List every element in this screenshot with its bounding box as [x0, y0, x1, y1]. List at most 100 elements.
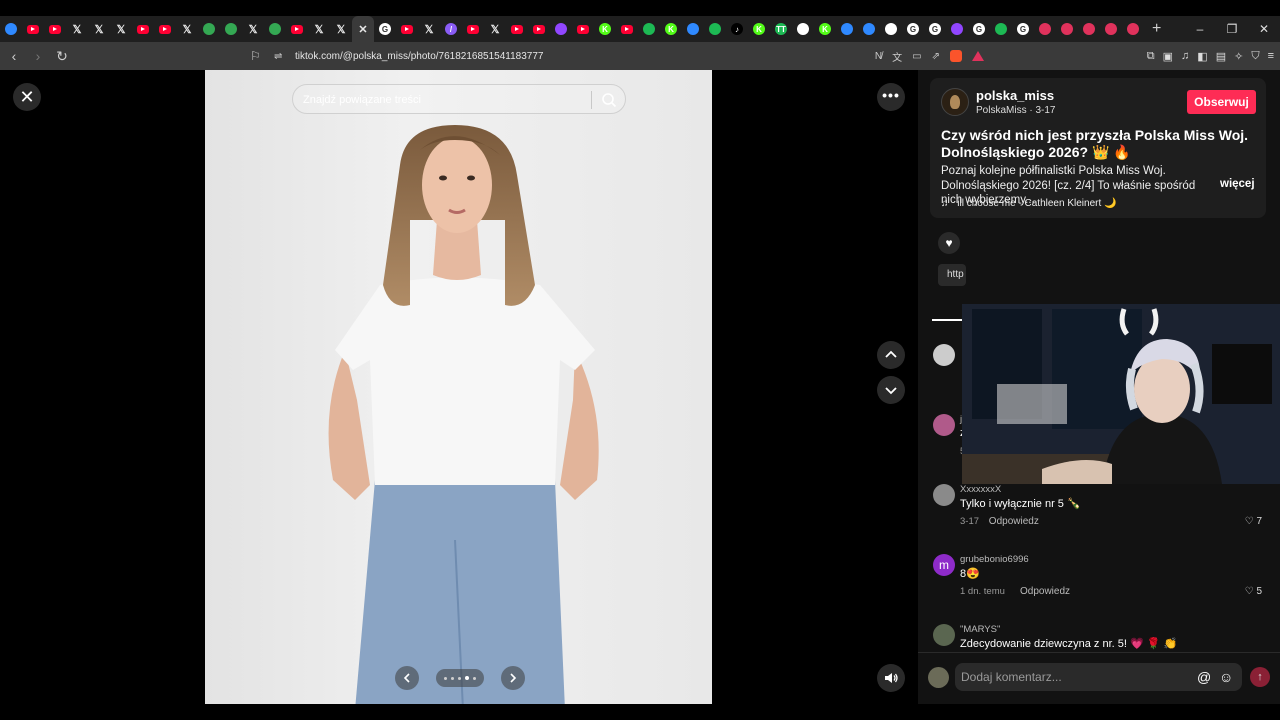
browser-tab[interactable]: /	[440, 16, 462, 42]
carousel-dot[interactable]	[444, 676, 447, 680]
menu-icon[interactable]: ≡	[1268, 50, 1274, 63]
browser-tab[interactable]	[396, 16, 418, 42]
browser-tab[interactable]	[616, 16, 638, 42]
forward-button[interactable]: ›	[28, 48, 48, 64]
browser-tab[interactable]: 𝕏	[330, 16, 352, 42]
translate-icon[interactable]: 文	[892, 49, 902, 64]
comment-avatar[interactable]	[933, 484, 955, 506]
comment-avatar[interactable]: m	[933, 554, 955, 576]
browser-tab[interactable]	[264, 16, 286, 42]
leo-ai-icon[interactable]: ✧	[1234, 50, 1243, 63]
browser-tab[interactable]	[198, 16, 220, 42]
browser-tab[interactable]: ✕	[352, 16, 374, 42]
extensions-icon[interactable]: ⧉	[1147, 50, 1155, 63]
browser-tab[interactable]: K	[660, 16, 682, 42]
minimize-button[interactable]: –	[1184, 16, 1216, 42]
browser-tab[interactable]	[154, 16, 176, 42]
search-icon[interactable]	[601, 92, 617, 108]
comment-avatar[interactable]	[933, 414, 955, 436]
browser-tab[interactable]: G	[924, 16, 946, 42]
comment-username[interactable]: "MARYS"	[960, 624, 1000, 635]
browser-tab[interactable]	[946, 16, 968, 42]
comment-like-button[interactable]: ♡ 7	[1245, 516, 1262, 527]
browser-tab[interactable]	[132, 16, 154, 42]
comment-username[interactable]: grubebonio6996	[960, 554, 1029, 565]
reply-button[interactable]: Odpowiedz	[1020, 586, 1070, 597]
cast-icon[interactable]: ▭	[912, 51, 921, 62]
browser-tab[interactable]	[880, 16, 902, 42]
browser-tab[interactable]: G	[968, 16, 990, 42]
send-comment-button[interactable]: ↑	[1250, 667, 1270, 687]
browser-tab[interactable]	[682, 16, 704, 42]
browser-tab[interactable]	[990, 16, 1012, 42]
browser-tab[interactable]: TT	[770, 16, 792, 42]
reload-button[interactable]: ↻	[52, 48, 72, 65]
comment-like-button[interactable]: ♡ 5	[1245, 586, 1262, 597]
reply-button[interactable]: Odpowiedz	[989, 516, 1039, 527]
carousel-dot[interactable]	[465, 676, 469, 680]
restore-button[interactable]: ❐	[1216, 16, 1248, 42]
browser-tab[interactable]: G	[374, 16, 396, 42]
comment-avatar[interactable]	[933, 344, 955, 366]
browser-tab[interactable]: 𝕏	[418, 16, 440, 42]
comment-input[interactable]	[961, 668, 1191, 686]
author-avatar[interactable]	[941, 88, 969, 116]
show-more-link[interactable]: więcej	[1220, 178, 1255, 190]
browser-tab[interactable]: ♪	[726, 16, 748, 42]
browser-tab[interactable]	[1034, 16, 1056, 42]
browser-tab[interactable]: 𝕏	[484, 16, 506, 42]
browser-tab[interactable]: K	[814, 16, 836, 42]
sidebar-icon[interactable]: ▣	[1163, 50, 1173, 63]
carousel-dot[interactable]	[473, 676, 476, 680]
browser-tab[interactable]	[506, 16, 528, 42]
wallet-icon[interactable]: ▤	[1216, 50, 1226, 63]
browser-tab[interactable]: 𝕏	[308, 16, 330, 42]
browser-tab[interactable]	[550, 16, 572, 42]
emoji-button[interactable]: ☺	[1219, 669, 1233, 685]
browser-tab[interactable]	[704, 16, 726, 42]
back-button[interactable]: ‹	[4, 48, 24, 64]
brave-shields-icon[interactable]	[950, 50, 962, 62]
carousel-dot[interactable]	[451, 676, 454, 680]
author-display-name[interactable]: PolskaMiss	[976, 105, 1027, 116]
browser-tab[interactable]	[792, 16, 814, 42]
browser-tab[interactable]	[462, 16, 484, 42]
browser-tab[interactable]	[22, 16, 44, 42]
like-button[interactable]: ♥	[938, 232, 960, 254]
previous-post-button[interactable]	[877, 341, 905, 369]
related-search-input[interactable]	[303, 91, 583, 109]
browser-tab[interactable]	[836, 16, 858, 42]
browser-tab[interactable]	[0, 16, 22, 42]
browser-tab[interactable]: K	[748, 16, 770, 42]
next-post-button[interactable]	[877, 376, 905, 404]
comment-username[interactable]: XxxxxxxX	[960, 484, 1001, 495]
reader-mode-icon[interactable]: N̸	[875, 51, 882, 62]
music-row[interactable]: ♫ ill choose me - Cathleen Kleinert 🌙	[941, 198, 1116, 209]
volume-button[interactable]	[877, 664, 905, 692]
browser-tab[interactable]	[286, 16, 308, 42]
url-text[interactable]: tiktok.com/@polska_miss/photo/7618216851…	[295, 51, 543, 62]
browser-tab[interactable]	[1056, 16, 1078, 42]
browser-tab[interactable]	[1078, 16, 1100, 42]
browser-tab[interactable]: G	[1012, 16, 1034, 42]
close-window-button[interactable]: ✕	[1248, 16, 1280, 42]
browser-tab[interactable]: 𝕏	[176, 16, 198, 42]
browser-tab[interactable]: K	[594, 16, 616, 42]
brave-rewards-icon[interactable]	[972, 51, 984, 61]
browser-tab[interactable]	[1122, 16, 1144, 42]
browser-tab[interactable]	[858, 16, 880, 42]
browser-tab[interactable]: 𝕏	[88, 16, 110, 42]
vpn-icon[interactable]: ⛉	[1251, 50, 1259, 63]
follow-button[interactable]: Obserwuj	[1187, 90, 1256, 114]
carousel-dot[interactable]	[458, 676, 461, 680]
close-viewer-button[interactable]: ✕	[13, 83, 41, 111]
carousel-next-button[interactable]	[501, 666, 525, 690]
browser-tab[interactable]: 𝕏	[110, 16, 132, 42]
browser-tab[interactable]	[638, 16, 660, 42]
mention-button[interactable]: @	[1197, 669, 1211, 685]
author-username[interactable]: polska_miss	[976, 88, 1054, 103]
copy-link-chip[interactable]: http	[938, 264, 966, 286]
browser-tab[interactable]	[220, 16, 242, 42]
panel-icon[interactable]: ◧	[1197, 50, 1207, 63]
post-photo[interactable]	[205, 70, 712, 704]
